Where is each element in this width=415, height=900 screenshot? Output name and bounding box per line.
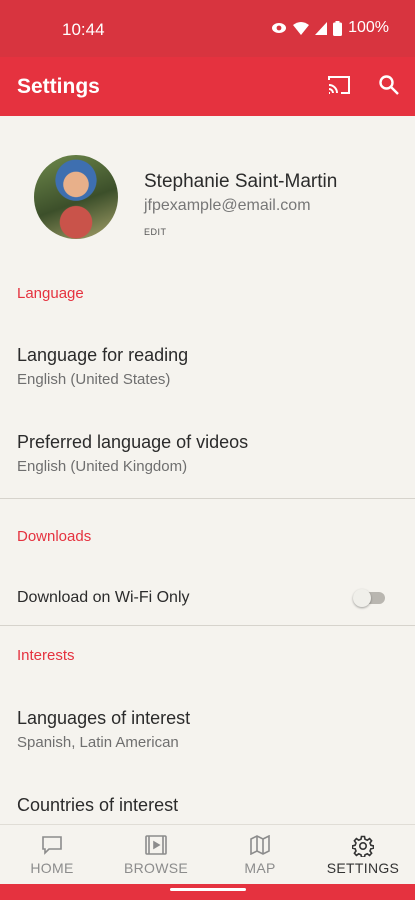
battery-icon (333, 20, 343, 36)
app-bar: Settings (0, 57, 415, 116)
profile-card[interactable]: Stephanie Saint-Martin jfpexample@email.… (0, 116, 415, 266)
setting-title: Countries of interest (17, 795, 179, 815)
page-title: Settings (17, 75, 100, 98)
profile-email: jfpexample@email.com (144, 197, 311, 214)
search-button[interactable] (373, 71, 405, 103)
settings-icon (351, 835, 375, 862)
divider (0, 625, 415, 626)
cast-button[interactable] (323, 71, 355, 103)
setting-title: Languages of interest (17, 708, 191, 728)
setting-value: Spanish, Latin American (17, 734, 179, 751)
nav-label: SETTINGS (326, 860, 400, 876)
setting-value: English (United Kingdom) (17, 458, 188, 475)
wifi-only-toggle[interactable] (353, 589, 387, 607)
toggle-knob (353, 589, 371, 607)
eye-icon (271, 22, 287, 34)
nav-label: HOME (30, 860, 74, 876)
nav-label: BROWSE (123, 860, 189, 876)
bottom-navigation: HOME BROWSE MAP SETTINGS (0, 824, 415, 885)
avatar (34, 155, 118, 239)
cell-signal-icon (315, 21, 328, 35)
section-header-language: Language (17, 285, 84, 302)
search-icon (378, 74, 400, 101)
nav-home[interactable]: HOME (0, 825, 104, 885)
setting-title: Preferred language of videos (17, 432, 249, 452)
setting-title: Language for reading (17, 345, 189, 365)
section-header-interests: Interests (17, 647, 75, 664)
status-icons: 100% (271, 19, 389, 37)
edit-profile-link[interactable]: EDIT (144, 227, 167, 237)
nav-browse[interactable]: BROWSE (104, 825, 208, 885)
status-time: 10:44 (62, 20, 105, 39)
status-bar: 10:44 100% (0, 0, 415, 57)
wifi-icon (293, 21, 310, 35)
setting-value: English (United States) (17, 371, 171, 388)
cast-icon (326, 74, 352, 101)
nav-map[interactable]: MAP (208, 825, 312, 885)
system-navigation-bar (0, 884, 415, 900)
nav-settings[interactable]: SETTINGS (311, 825, 415, 885)
section-header-downloads: Downloads (17, 528, 92, 545)
home-icon (41, 835, 63, 860)
battery-percent: 100% (348, 19, 389, 36)
gesture-handle[interactable] (170, 888, 246, 891)
divider (0, 498, 415, 499)
profile-name: Stephanie Saint-Martin (144, 171, 338, 192)
map-icon (249, 834, 271, 860)
setting-title: Download on Wi-Fi Only (17, 589, 190, 606)
browse-icon (144, 835, 168, 860)
nav-label: MAP (244, 860, 276, 876)
